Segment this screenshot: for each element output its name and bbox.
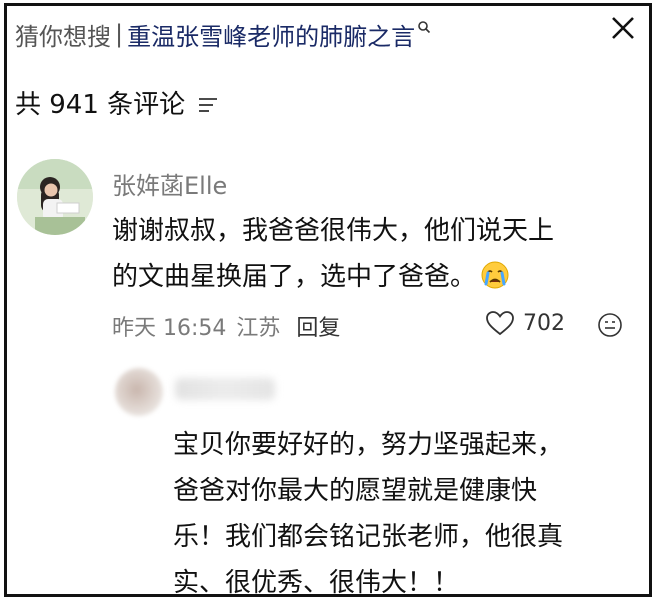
comment-panel: 猜你想搜 | 重温张雪峰老师的肺腑之言 共 941 条评论 张姩菡Elle 谢谢…: [4, 3, 652, 598]
avatar[interactable]: [17, 159, 93, 235]
comment-meta: 昨天 16:54 江苏 回复: [112, 310, 340, 342]
separator: |: [115, 20, 124, 48]
search-suggestion-bar[interactable]: 猜你想搜 | 重温张雪峰老师的肺腑之言: [15, 12, 639, 56]
reply-avatar[interactable]: [115, 368, 163, 416]
crying-emoji-icon: [481, 261, 509, 289]
sort-icon[interactable]: [197, 96, 219, 114]
comment-location: 江苏: [236, 316, 281, 341]
like-count: 702: [523, 310, 565, 336]
comment-date: 昨天 16:54: [112, 316, 227, 341]
reply-text: 宝贝你要好好的，努力坚强起来， 爸爸对你最大的愿望就是健康快 乐！我们都会铭记张…: [173, 430, 564, 598]
close-icon[interactable]: [609, 14, 637, 42]
comment-text: 谢谢叔叔，我爸爸很伟大，他们说天上 的文曲星换届了，选中了爸爸。: [112, 208, 592, 300]
search-icon[interactable]: [417, 20, 431, 34]
search-suggestion-label: 猜你想搜: [15, 22, 111, 51]
comment-count: 共 941 条评论: [15, 90, 186, 120]
reply-username-blurred: [175, 378, 275, 400]
avatar-photo: [17, 159, 93, 235]
reply-button[interactable]: 回复: [296, 310, 340, 342]
comment-username[interactable]: 张姩菡Elle: [112, 166, 227, 201]
emoji-icon[interactable]: [597, 312, 623, 338]
like-button[interactable]: 702: [485, 310, 565, 336]
comment-count-row: 共 941 条评论: [15, 84, 219, 121]
heart-icon: [486, 311, 514, 336]
search-suggestion-query[interactable]: 重温张雪峰老师的肺腑之言: [127, 17, 415, 52]
